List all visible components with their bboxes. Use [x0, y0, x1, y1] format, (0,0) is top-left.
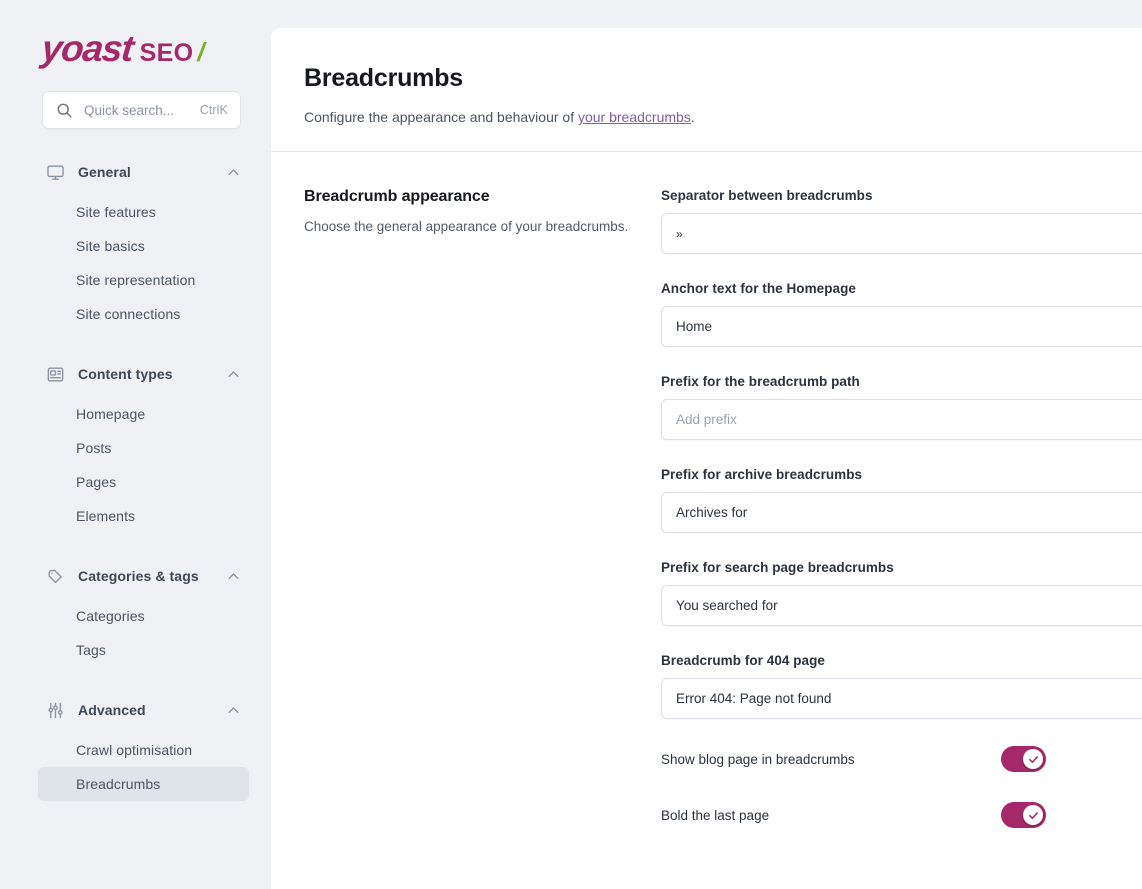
sidebar-children-general: Site features Site basics Site represent… [0, 195, 271, 331]
sidebar-item-site-features[interactable]: Site features [38, 195, 249, 229]
sidebar-children-content-types: Homepage Posts Pages Elements [0, 397, 271, 533]
toggle-row-bold-last-page: Bold the last page [661, 802, 1046, 828]
sidebar-item-elements[interactable]: Elements [38, 499, 249, 533]
field-label: Separator between breadcrumbs [661, 188, 873, 203]
sidebar-group-general: General Site features Site basics Site r… [0, 155, 271, 331]
sliders-icon [44, 699, 66, 721]
search-prefix-input[interactable]: You searched for [661, 585, 1142, 626]
search-icon [56, 102, 73, 119]
sidebar-item-pages[interactable]: Pages [38, 465, 249, 499]
sidebar-item-label: Categories & tags [78, 568, 199, 584]
yoast-seo-logo[interactable]: yoast SEO / [39, 28, 271, 69]
logo-yoast-text: yoast [39, 28, 135, 69]
field-404-breadcrumb: Breadcrumb for 404 page Error 404: Page … [661, 653, 1142, 719]
sidebar-item-general[interactable]: General [38, 155, 249, 189]
section-title: Breadcrumb appearance [304, 188, 490, 205]
search-shortcut-hint: CtrlK [199, 103, 228, 117]
field-search-prefix: Prefix for search page breadcrumbs You s… [661, 560, 1142, 626]
sidebar-item-categories[interactable]: Categories [38, 599, 249, 633]
app-root: yoast SEO / Quick search... CtrlK Genera… [0, 0, 1142, 889]
logo-seo-text: SEO [139, 39, 194, 67]
search-input[interactable]: Quick search... [84, 103, 200, 118]
sidebar-item-label: Content types [78, 366, 173, 382]
newspaper-icon [44, 363, 66, 385]
page-description-text: Configure the appearance and behaviour o… [304, 109, 578, 125]
toggle-label: Show blog page in breadcrumbs [661, 751, 855, 767]
notfound-input[interactable]: Error 404: Page not found [661, 678, 1142, 719]
chevron-up-icon[interactable] [226, 703, 241, 718]
sidebar-item-categories-tags[interactable]: Categories & tags [38, 559, 249, 593]
bold-last-page-toggle[interactable] [1001, 802, 1046, 828]
path-prefix-input[interactable]: Add prefix [661, 399, 1142, 440]
sidebar: yoast SEO / Quick search... CtrlK Genera… [0, 0, 271, 889]
sidebar-item-content-types[interactable]: Content types [38, 357, 249, 391]
toggle-label: Bold the last page [661, 807, 770, 823]
section-description: Choose the general appearance of your br… [304, 219, 629, 234]
settings-card: Breadcrumbs Configure the appearance and… [271, 28, 1142, 889]
section-info: Breadcrumb appearance Choose the general… [304, 188, 661, 858]
sidebar-item-crawl-optimisation[interactable]: Crawl optimisation [38, 733, 249, 767]
show-blog-page-toggle[interactable] [1001, 746, 1046, 772]
field-separator: Separator between breadcrumbs » [661, 188, 1142, 254]
sidebar-children-advanced: Crawl optimisation Breadcrumbs [0, 733, 271, 801]
section-fields: Separator between breadcrumbs » Anchor t… [661, 188, 1142, 858]
logo-slash-icon: / [197, 37, 205, 67]
sidebar-item-site-representation[interactable]: Site representation [38, 263, 249, 297]
archive-prefix-input[interactable]: Archives for [661, 492, 1142, 533]
page-title: Breadcrumbs [304, 64, 463, 92]
sidebar-item-site-connections[interactable]: Site connections [38, 297, 249, 331]
breadcrumb-appearance-section: Breadcrumb appearance Choose the general… [271, 152, 1142, 858]
sidebar-item-label: Advanced [78, 702, 146, 718]
chevron-up-icon[interactable] [226, 367, 241, 382]
sidebar-item-advanced[interactable]: Advanced [38, 693, 249, 727]
field-homepage-anchor: Anchor text for the Homepage Home [661, 281, 1142, 347]
sidebar-nav: General Site features Site basics Site r… [0, 155, 271, 801]
page-description: Configure the appearance and behaviour o… [304, 109, 1142, 125]
field-label: Prefix for archive breadcrumbs [661, 467, 863, 482]
your-breadcrumbs-link[interactable]: your breadcrumbs [578, 109, 691, 125]
sidebar-children-categories-tags: Categories Tags [0, 599, 271, 667]
toggle-knob [1023, 805, 1043, 825]
monitor-icon [44, 161, 66, 183]
sidebar-item-site-basics[interactable]: Site basics [38, 229, 249, 263]
separator-input[interactable]: » [661, 213, 1142, 254]
page-header: Breadcrumbs Configure the appearance and… [271, 28, 1142, 125]
field-label: Anchor text for the Homepage [661, 281, 856, 296]
toggle-row-show-blog-page: Show blog page in breadcrumbs [661, 746, 1046, 772]
homepage-anchor-input[interactable]: Home [661, 306, 1142, 347]
main-content: Breadcrumbs Configure the appearance and… [271, 0, 1142, 889]
logo-wrapper: yoast SEO / [0, 0, 271, 69]
field-label: Prefix for search page breadcrumbs [661, 560, 894, 575]
sidebar-group-categories-tags: Categories & tags Categories Tags [0, 559, 271, 667]
tag-icon [44, 565, 66, 587]
sidebar-group-content-types: Content types Homepage Posts Pages Eleme… [0, 357, 271, 533]
sidebar-item-breadcrumbs[interactable]: Breadcrumbs [38, 767, 249, 801]
sidebar-group-advanced: Advanced Crawl optimisation Breadcrumbs [0, 693, 271, 801]
chevron-up-icon[interactable] [226, 569, 241, 584]
toggle-knob [1023, 749, 1043, 769]
sidebar-item-posts[interactable]: Posts [38, 431, 249, 465]
sidebar-item-label: General [78, 164, 131, 180]
sidebar-item-homepage[interactable]: Homepage [38, 397, 249, 431]
field-value: » [676, 226, 683, 241]
field-label: Breadcrumb for 404 page [661, 653, 825, 668]
field-path-prefix: Prefix for the breadcrumb path Add prefi… [661, 374, 1142, 440]
page-description-suffix: . [690, 109, 695, 125]
field-archive-prefix: Prefix for archive breadcrumbs Archives … [661, 467, 1142, 533]
quick-search-box[interactable]: Quick search... CtrlK [42, 91, 241, 129]
sidebar-item-tags[interactable]: Tags [38, 633, 249, 667]
field-label: Prefix for the breadcrumb path [661, 374, 860, 389]
chevron-up-icon[interactable] [226, 165, 241, 180]
